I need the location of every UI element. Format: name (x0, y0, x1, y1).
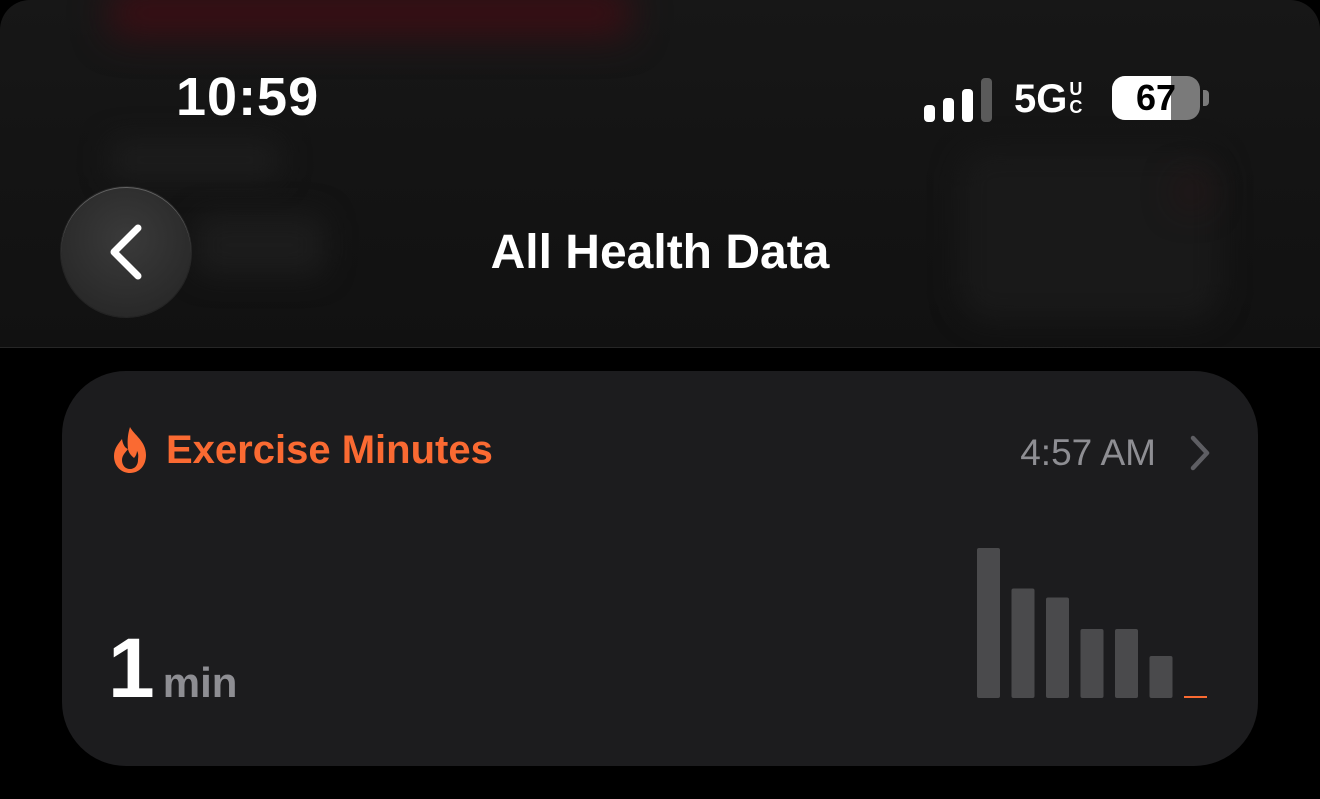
battery-icon: 67 (1112, 76, 1200, 120)
metric-unit: min (162, 659, 238, 706)
chart-bar (1149, 656, 1173, 698)
screen: 10:59 5G U C 67 All Health Data Exercise… (0, 0, 1320, 799)
chart-bar (1046, 597, 1069, 698)
chart-bar-current (1184, 696, 1207, 698)
card-timestamp: 4:57 AM (1020, 432, 1156, 473)
metric-number: 1 (108, 621, 155, 715)
cellular-signal-icon (924, 78, 994, 122)
chevron-right-icon (1190, 435, 1210, 471)
chart-bar (977, 548, 1000, 698)
page-title: All Health Data (490, 226, 830, 279)
chart-bar (1011, 588, 1035, 698)
metric-value: 1 min (108, 623, 237, 713)
network-type: 5G (1014, 77, 1068, 121)
card-title: Exercise Minutes (166, 428, 493, 472)
network-type-label: 5G U C (1014, 76, 1082, 122)
flame-icon (114, 427, 146, 473)
exercise-minutes-card[interactable]: Exercise Minutes 4:57 AM 1 min (62, 371, 1258, 766)
battery-tip (1203, 90, 1209, 106)
header-background: 10:59 5G U C 67 All Health Data (0, 0, 1320, 347)
battery-percent: 67 (1135, 77, 1177, 118)
card-header: Exercise Minutes (110, 423, 493, 477)
network-subtype: U C (1069, 79, 1083, 117)
mini-bar-chart (977, 548, 1207, 698)
chart-bar (1115, 629, 1138, 698)
chart-bar (1080, 629, 1104, 698)
status-time: 10:59 (176, 67, 320, 127)
header-divider (0, 347, 1320, 348)
